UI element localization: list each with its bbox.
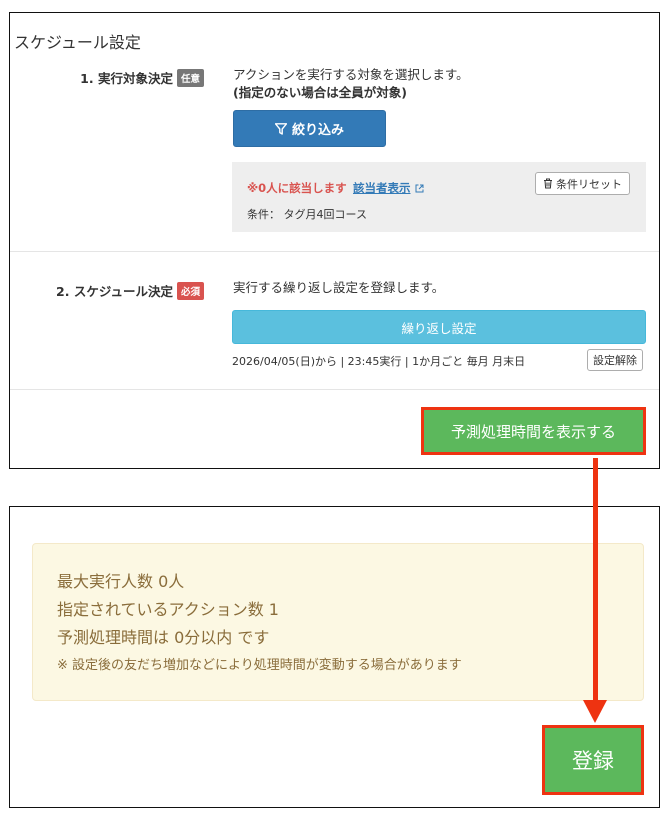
external-link-icon [415,184,423,193]
estimate-panel: 最大実行人数 0人 指定されているアクション数 1 予測処理時間は 0分以内 で… [9,506,660,808]
optional-badge: 任意 [176,69,204,87]
unset-button[interactable]: 設定解除 [587,349,643,371]
estimate-info-box: 最大実行人数 0人 指定されているアクション数 1 予測処理時間は 0分以内 で… [32,543,644,701]
target-label: 1. 実行対象決定 [80,71,173,86]
target-description: アクションを実行する対象を選択します。 (指定のない場合は全員が対象) [233,66,469,102]
schedule-settings-panel: スケジュール設定 1. 実行対象決定 任意 アクションを実行する対象を選択します。… [9,12,660,469]
show-estimate-button[interactable]: 予測処理時間を表示する [421,407,646,455]
target-desc-line2: (指定のない場合は全員が対象) [233,85,407,100]
annotation-arrow-head [583,700,607,723]
filter-button-label: 絞り込み [291,123,344,138]
schedule-info: 2026/04/05(日)から | 23:45実行 | 1か月ごと 毎月 月末日 [232,355,526,368]
show-matches-label: 該当者表示 [353,181,411,195]
section-title: スケジュール設定 [14,33,141,52]
reset-button-label: 条件リセット [556,177,622,191]
divider [10,251,659,252]
condition-text: 条件： タグ月4回コース [247,208,367,221]
repeat-row-label: 2. スケジュール決定 必須 [56,281,204,300]
annotation-arrow [593,458,598,701]
register-button[interactable]: 登録 [542,725,644,795]
trash-icon [544,178,552,189]
repeat-label: 2. スケジュール決定 [56,284,173,299]
filter-button[interactable]: 絞り込み [233,110,386,147]
reset-conditions-button[interactable]: 条件リセット [535,172,630,195]
divider [10,389,659,390]
filter-icon [274,122,287,135]
condition-box: ※0人に該当します 該当者表示 条件リセット 条件： タグ月4回コース [232,162,646,232]
action-count-text: 指定されているアクション数 1 [57,600,279,619]
estimate-note: ※ 設定後の友だち増加などにより処理時間が変動する場合があります [57,658,462,673]
target-row-label: 1. 実行対象決定 任意 [80,68,204,87]
required-badge: 必須 [176,282,204,300]
repeat-description: 実行する繰り返し設定を登録します。 [233,280,445,295]
repeat-settings-button[interactable]: 繰り返し設定 [232,310,646,344]
max-users-text: 最大実行人数 0人 [57,572,185,591]
hit-count-text: ※0人に該当します [247,181,347,195]
show-matches-link[interactable]: 該当者表示 [353,180,424,196]
target-desc-line1: アクションを実行する対象を選択します。 [233,67,469,82]
estimated-time-text: 予測処理時間は 0分以内 です [57,628,270,647]
